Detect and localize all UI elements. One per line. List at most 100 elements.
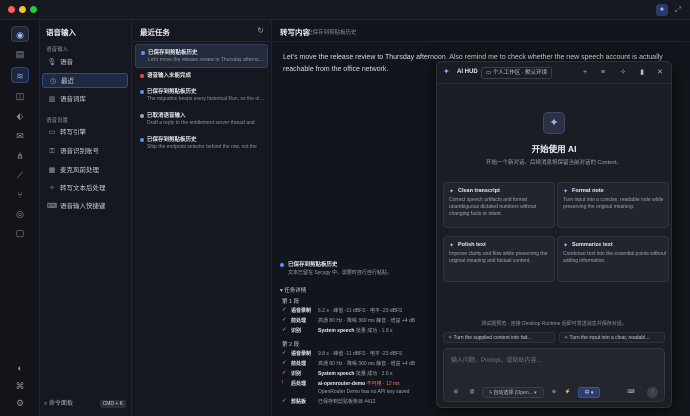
hud-input[interactable]: 输入问题、Prompt，或粘贴内容... ⊞ @ ϟ 自动选择 (Open...… [443, 348, 665, 402]
step-row: ✓ 识别 System speech 批量 成功 · 1.8 s [282, 327, 393, 334]
hud-hero-title: 开始使用 AI [531, 144, 577, 154]
robot-icon[interactable]: ▢ [11, 225, 29, 241]
detail-title: 转写内容 [280, 28, 310, 37]
task-item[interactable]: 已保存到剪贴板历史 Ship the endpoint selector behi… [135, 132, 268, 156]
status-dot [140, 74, 144, 78]
nav-item-recent[interactable]: ◷ 最近 [42, 73, 128, 88]
sparkle-icon: ✦ [449, 189, 455, 195]
model-selector[interactable]: ϟ 自动选择 (Open... ▾ [482, 387, 544, 398]
step-row: ! 后处理 ai-openrouter-demo 不可用 · 12 ms [282, 380, 400, 387]
tag-icon[interactable]: ⬖ [11, 108, 29, 124]
attach-icon[interactable]: ⊞ [450, 387, 462, 398]
minimize-window-button[interactable] [19, 6, 26, 13]
suggestion-chip[interactable]: ✧ Turn the input into a clear, readabl..… [559, 332, 665, 343]
nav-item-mic-processing[interactable]: ▦ 麦克风前处理 [42, 163, 128, 178]
command-shortcut-badge: CMD + K [99, 400, 126, 408]
list-icon[interactable]: ≡ [597, 67, 609, 79]
command-palette-button[interactable]: ⌕ 命令面板 CMD + K [44, 398, 128, 410]
app-window: ✦ ⤢ ◉ ▤ ≋ ◫ ⬖ ✉ ⋔ ⟋ ⑂ ◎ ▢ ◐ ⌘ ⚙ 语音输入 语音输… [0, 0, 690, 416]
prompt-card-format[interactable]: ✦ Format note Turn input into a concise, r… [557, 182, 669, 228]
new-chat-icon[interactable]: + [579, 67, 591, 79]
user-icon[interactable]: ◎ [11, 206, 29, 222]
status-dot [140, 114, 144, 118]
palette-icon[interactable]: ◐ [11, 360, 29, 376]
prompt-card-clean[interactable]: ✦ Clean transcript Correct speech artifact… [443, 182, 555, 228]
status-dot [280, 263, 284, 267]
sparkle-icon: ✦ [563, 243, 569, 249]
send-button[interactable]: ↑ [647, 387, 658, 398]
check-icon: ✓ [282, 317, 287, 323]
detail-subtitle: 已保存到剪贴板历史 [307, 30, 357, 36]
voice-wave-icon[interactable]: ≋ [11, 67, 29, 83]
nav-item-shortcut[interactable]: ⌨ 语音输入快捷键 [42, 199, 128, 214]
error-icon: ! [282, 380, 284, 386]
home-icon[interactable]: ▤ [11, 46, 29, 62]
nav-item-postprocess[interactable]: ✧ 转写文本后处理 [42, 181, 128, 196]
layers-icon[interactable]: ◫ [11, 88, 29, 104]
zoom-window-button[interactable] [30, 6, 37, 13]
wand-icon[interactable]: ⚡ [562, 387, 574, 398]
nav-item-voice[interactable]: 🎙 语音 [42, 55, 128, 70]
close-icon[interactable]: ✕ [654, 67, 666, 79]
nav-title: 语音输入 [46, 28, 76, 37]
folder-icon: ▭ [486, 70, 493, 76]
saved-status: 已保存到剪贴板历史 文本已留在 Sycygy 中，需要时自行自行粘贴。 [280, 260, 438, 282]
workspace-selector[interactable]: ▭ 个人工作区 · 默认环境 [481, 67, 553, 79]
check-icon: ✓ [282, 350, 287, 356]
round-label: 第 1 段 [282, 299, 300, 305]
title-bar: ✦ ⤢ [0, 0, 690, 20]
hud-toolbar: ✦ AI HUD ▭ 个人工作区 · 默认环境 + ≡ ✧ ▮ ✕ [437, 62, 671, 84]
status-dot [141, 51, 145, 55]
task-item[interactable]: 已保存到剪贴板历史 Let's move the release review t… [135, 44, 268, 68]
task-item[interactable]: 已取消语音输入 Draft a reply to the entitlement … [135, 108, 268, 132]
check-icon: ✓ [282, 370, 287, 376]
icon-rail: ◉ ▤ ≋ ◫ ⬖ ✉ ⋔ ⟋ ⑂ ◎ ▢ ◐ ⌘ ⚙ [0, 20, 40, 416]
clock-icon: ◷ [49, 78, 57, 85]
globe-icon[interactable]: ⊕ [548, 387, 560, 398]
error-note: OpenRouter Demo has no API key saved [318, 389, 410, 395]
magic-icon[interactable]: ✧ [617, 67, 629, 79]
nav-item-engine[interactable]: ▭ 转写引擎 [42, 125, 128, 140]
ai-hud-toggle-icon[interactable]: ✦ [656, 4, 668, 16]
round-label: 第 2 段 [282, 342, 300, 348]
chat-icon: ▭ [48, 129, 56, 136]
language-selector[interactable]: 中 ▾ [578, 387, 600, 398]
refresh-icon[interactable]: ↻ [257, 26, 264, 35]
step-row: ✓ 前处理 高通 80 Hz · 降噪 360 ms 静音 · 增益 +4 dB [282, 317, 416, 324]
check-icon: ✓ [282, 307, 287, 313]
sparkle-icon: ✦ [449, 243, 455, 249]
close-window-button[interactable] [8, 6, 15, 13]
expand-icon[interactable]: ⤢ [672, 4, 684, 16]
keyboard-icon[interactable]: ⌨ [624, 387, 638, 398]
ai-hud-panel: ✦ AI HUD ▭ 个人工作区 · 默认环境 + ≡ ✧ ▮ ✕ ✦ 开始使用… [436, 61, 672, 408]
task-item[interactable]: 已保存到剪贴板历史 The migration keeps every histo… [135, 84, 268, 108]
check-icon: ✓ [282, 327, 287, 333]
prompt-card-polish[interactable]: ✦ Polish text Improve clarity and flow whi… [443, 236, 555, 282]
mention-icon[interactable]: @ [466, 387, 478, 398]
nav-section-settings: 语音设置 [46, 118, 69, 124]
step-row: ✓ 语音录制 9.8 s · 峰值 -11 dBFS · 电平 -23 dBFS [282, 350, 403, 357]
prompt-card-summarize[interactable]: ✦ Summarize text Condense text into the es… [557, 236, 669, 282]
sparkle-icon: ✧ [49, 185, 55, 192]
settings-icon[interactable]: ⚙ [11, 395, 29, 411]
suggestion-chip[interactable]: ✧ Turn the supplied content into fait... [443, 332, 555, 343]
status-dot [140, 90, 144, 94]
git-icon[interactable]: ⑂ [11, 187, 29, 203]
command-icon[interactable]: ⌘ [11, 378, 29, 394]
network-icon[interactable]: ⋔ [11, 148, 29, 164]
nav-item-account[interactable]: ⚿ 语音识别账号 [42, 144, 128, 159]
step-row: ✓ 前处理 高通 80 Hz · 降噪 360 ms 静音 · 增益 +4 dB [282, 360, 416, 367]
app-logo-icon[interactable]: ◉ [11, 26, 29, 42]
mail-icon[interactable]: ✉ [11, 128, 29, 144]
step-row: ✓ 语音录制 6.2 s · 峰值 -11 dBFS · 电平 -23 dBFS [282, 307, 403, 314]
nav-item-vocabulary[interactable]: ▥ 语音词库 [42, 92, 128, 107]
mic-icon: 🎙 [47, 59, 57, 66]
ai-sparkle-icon: ✦ [543, 112, 565, 134]
bookmark-icon[interactable]: ▮ [636, 67, 648, 79]
nav-section-voice: 语音输入 [46, 47, 69, 53]
status-dot [140, 138, 144, 142]
chevron-down-icon: ▾ [280, 288, 283, 294]
link-icon[interactable]: ⟋ [11, 167, 29, 183]
task-detail-toggle[interactable]: ▾ 任务详情 [280, 286, 306, 294]
keyboard-icon: ⌨ [47, 203, 58, 210]
